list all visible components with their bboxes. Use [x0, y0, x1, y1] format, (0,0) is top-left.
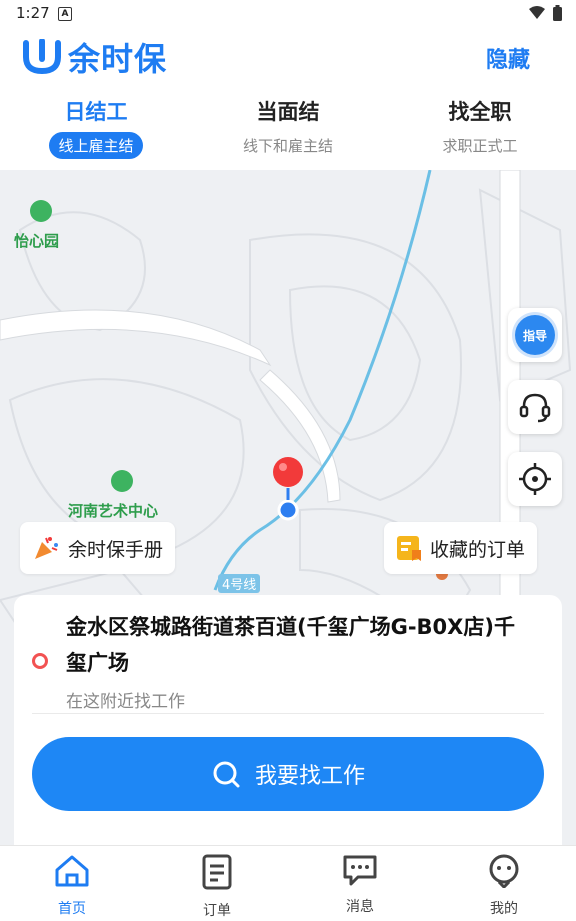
tab-daily-work[interactable]: 日结工 线上雇主结	[6, 92, 186, 159]
tab-full-time[interactable]: 找全职 求职正式工	[390, 92, 570, 159]
tab-subtitle: 求职正式工	[442, 137, 518, 155]
handbook-label: 余时保手册	[68, 538, 164, 561]
bottom-navigation: 首页 订单 消息 我的	[0, 845, 576, 921]
find-work-label: 我要找工作	[254, 764, 365, 789]
poi-label[interactable]: 河南艺术中心	[68, 500, 158, 521]
divider	[32, 713, 544, 714]
nav-label: 消息	[346, 899, 374, 915]
nav-messages[interactable]: 消息	[315, 854, 405, 916]
guide-label: 指导	[522, 328, 547, 343]
battery-icon	[553, 5, 562, 21]
nav-label: 首页	[58, 901, 86, 917]
current-address[interactable]: 金水区祭城路街道茶百道(千玺广场G-B0X店)千玺广场	[66, 609, 526, 681]
find-work-button[interactable]: 我要找工作	[32, 737, 544, 811]
park-pin-icon	[111, 470, 133, 492]
status-time: 1:27	[16, 4, 50, 22]
status-icons	[529, 5, 562, 21]
nav-label: 订单	[203, 903, 231, 919]
app-header: 余时保 隐藏	[0, 28, 576, 88]
tab-face-to-face[interactable]: 当面结 线下和雇主结	[198, 92, 378, 159]
profile-icon	[489, 854, 519, 890]
tab-subtitle: 线下和雇主结	[242, 137, 333, 155]
headset-icon	[519, 393, 551, 423]
locate-button[interactable]	[508, 452, 562, 506]
nav-home[interactable]: 首页	[27, 854, 117, 918]
wifi-icon	[529, 6, 545, 19]
nav-profile[interactable]: 我的	[459, 854, 549, 918]
handbook-button[interactable]: 余时保手册	[20, 522, 176, 574]
locate-icon	[519, 463, 551, 495]
search-icon	[213, 761, 240, 788]
app-logo: 余时保	[22, 34, 167, 80]
poi-label[interactable]: 怡心园	[14, 230, 59, 251]
location-card: 金水区祭城路街道茶百道(千玺广场G-B0X店)千玺广场 在这附近找工作 我要找工…	[14, 595, 562, 845]
park-pin-icon	[30, 200, 52, 222]
tab-subtitle: 线上雇主结	[49, 132, 143, 159]
message-icon	[343, 855, 377, 886]
order-icon	[202, 854, 232, 890]
metro-line-label: 4号线	[218, 574, 261, 593]
address-hint: 在这附近找工作	[66, 692, 185, 712]
tab-title: 日结工	[64, 100, 128, 124]
notification-a-icon: A	[58, 7, 72, 21]
tab-title: 找全职	[448, 100, 512, 124]
tab-title: 当面结	[256, 100, 320, 124]
logo-text: 余时保	[68, 40, 168, 78]
favorite-orders-label: 收藏的订单	[430, 538, 526, 561]
logo-icon	[23, 39, 61, 75]
guide-icon: 指导	[515, 315, 555, 355]
favorite-orders-button[interactable]: 收藏的订单	[384, 522, 538, 574]
home-icon	[55, 855, 89, 887]
hide-button[interactable]: 隐藏	[486, 42, 530, 74]
nav-label: 我的	[490, 901, 518, 917]
job-type-tabs: 日结工 线上雇主结 当面结 线下和雇主结 找全职 求职正式工	[0, 92, 576, 170]
map-view[interactable]: 怡心园 河南艺术中心 4号线 指导 余时保手册 收藏的订单 金水区祭城路街道茶百…	[0, 170, 576, 845]
status-bar: 1:27 A	[0, 0, 576, 28]
bookmark-folder-icon	[397, 536, 421, 561]
customer-service-button[interactable]	[508, 380, 562, 434]
nav-orders[interactable]: 订单	[172, 854, 262, 920]
guide-button[interactable]: 指导	[508, 308, 562, 362]
location-dot-icon	[32, 653, 48, 669]
party-popper-icon	[35, 537, 58, 559]
